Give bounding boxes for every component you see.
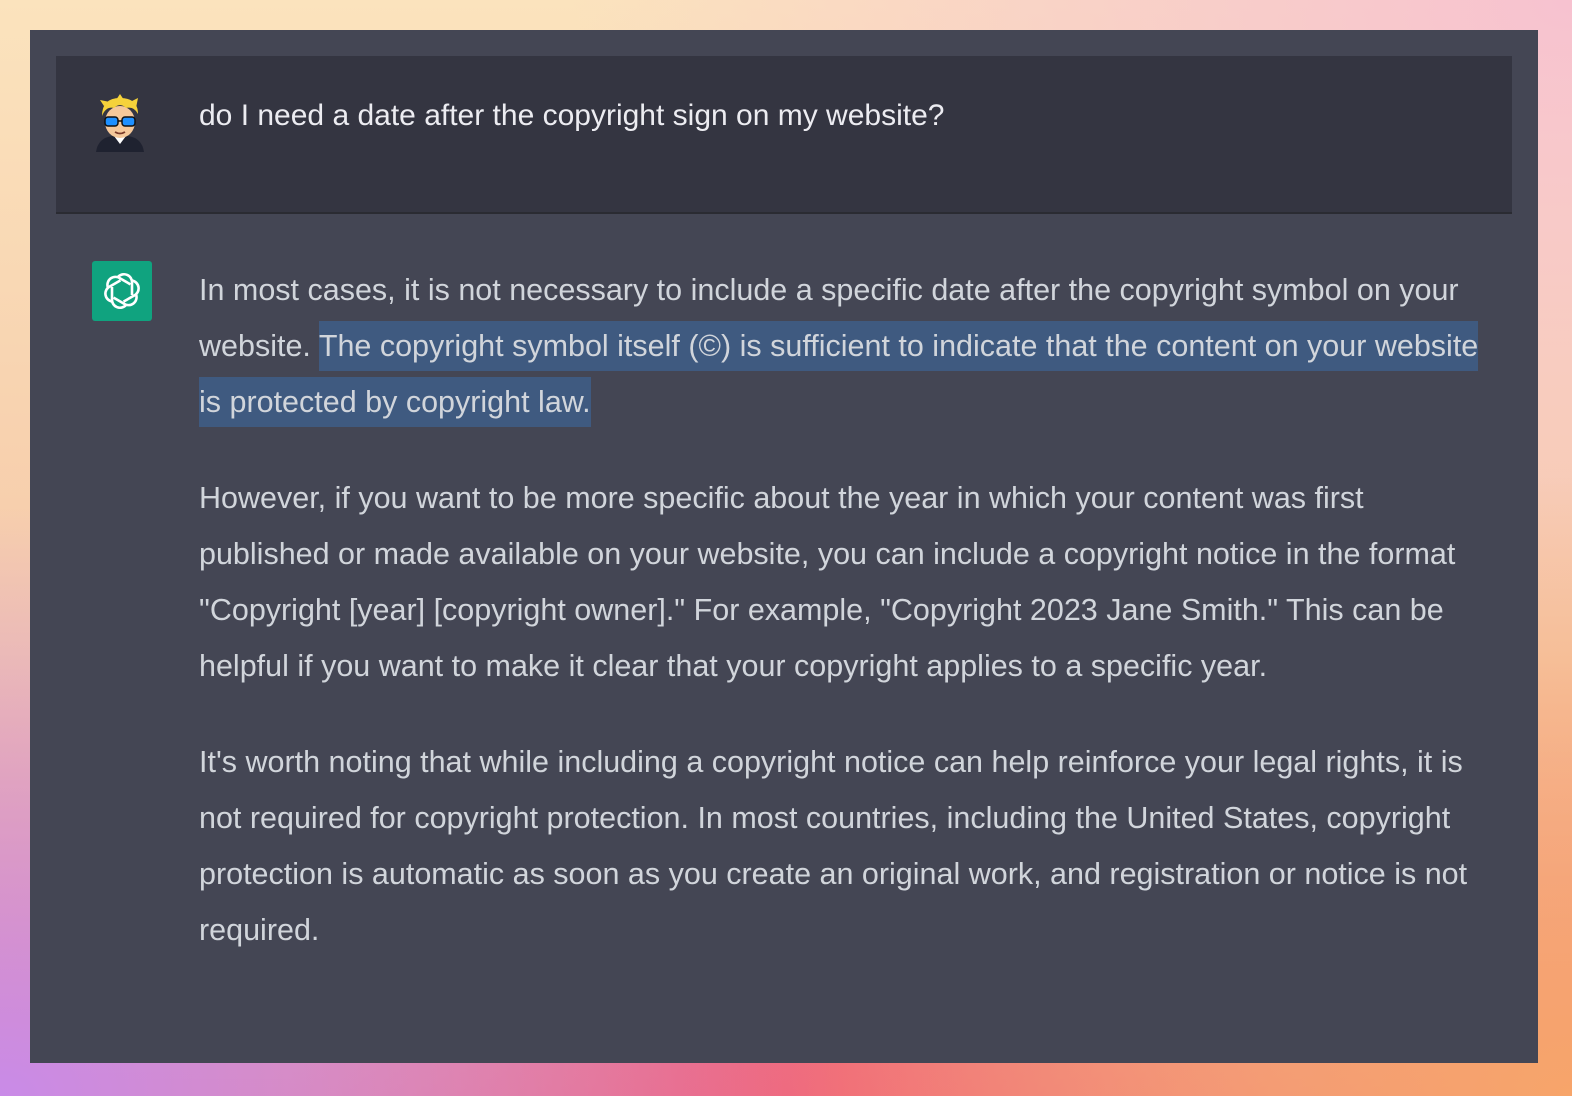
answer-paragraph-2: However, if you want to be more specific… [199, 481, 1456, 683]
answer-paragraph-3: It's worth noting that while including a… [199, 745, 1468, 947]
user-message-row: do I need a date after the copyright sig… [56, 56, 1512, 214]
answer-paragraph-1: In most cases, it is not necessary to in… [199, 262, 1499, 430]
selected-text-highlight[interactable]: The copyright symbol itself (©) is suffi… [199, 321, 1479, 427]
chat-window: do I need a date after the copyright sig… [30, 30, 1538, 1063]
chatgpt-logo-icon [92, 261, 152, 321]
user-avatar-cartoon-icon [90, 92, 150, 152]
user-message-text: do I need a date after the copyright sig… [199, 99, 945, 132]
assistant-message: In most cases, it is not necessary to in… [199, 262, 1499, 998]
